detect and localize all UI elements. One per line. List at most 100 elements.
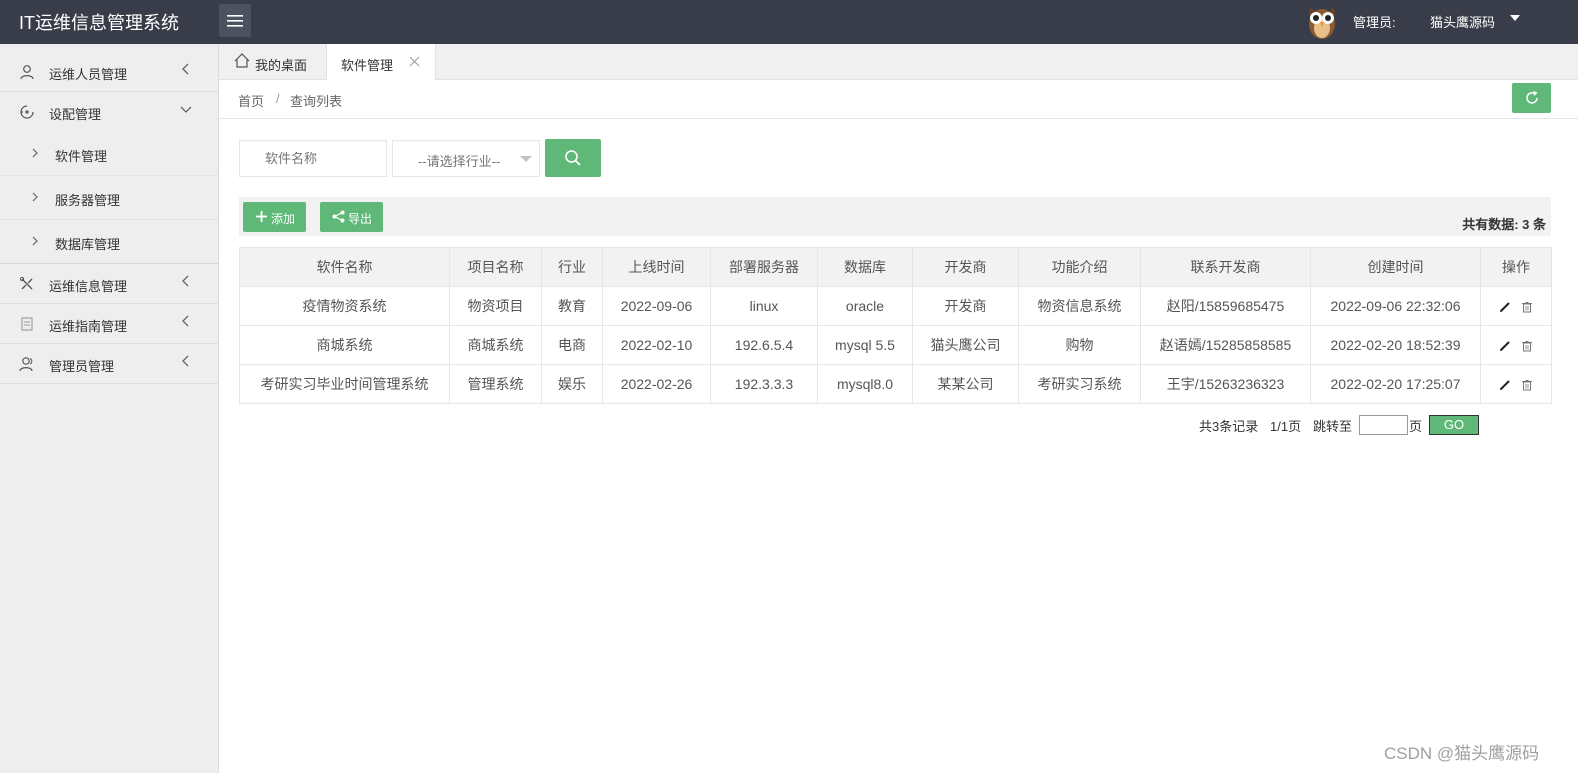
delete-icon[interactable] (1521, 340, 1533, 352)
sidebar-item-label: 运维信息管理 (49, 279, 128, 294)
owl-avatar[interactable] (1305, 2, 1339, 40)
edit-icon[interactable] (1499, 340, 1511, 352)
delete-icon[interactable] (1521, 301, 1533, 313)
sidebar-item-label: 运维人员管理 (49, 67, 128, 82)
tab-software[interactable]: 软件管理 (326, 44, 436, 81)
sidebar: 运维人员管理 设配管理 软件管理 服务器管理 数据库管理 运维信息管理 运维指南… (0, 44, 219, 773)
column-header: 软件名称 (239, 247, 450, 287)
row-actions (1480, 286, 1552, 326)
table-cell: 2022-02-20 17:25:07 (1310, 364, 1481, 404)
row-actions (1480, 364, 1552, 404)
industry-select-value: --请选择行业-- (418, 154, 501, 169)
sidebar-item-label: 数据库管理 (55, 237, 121, 252)
chevron-right-icon (32, 192, 38, 202)
industry-select[interactable]: --请选择行业-- (392, 140, 540, 177)
search-button[interactable] (545, 139, 601, 177)
table-cell: 教育 (541, 286, 603, 326)
tab-bar: 我的桌面 软件管理 (219, 44, 1578, 81)
breadcrumb-home[interactable]: 首页 (238, 91, 264, 110)
sidebar-item-admin[interactable]: 管理员管理 (0, 344, 218, 384)
watermark: CSDN @猫头鹰源码 (1384, 744, 1540, 763)
delete-icon[interactable] (1521, 379, 1533, 391)
sidebar-item-device[interactable]: 设配管理 (0, 92, 218, 132)
tab-label: 我的桌面 (255, 58, 308, 73)
column-header: 上线时间 (602, 247, 711, 287)
device-icon (20, 105, 34, 119)
sidebar-item-ops-staff[interactable]: 运维人员管理 (0, 52, 218, 92)
table-cell: 赵语嫣/15285858585 (1140, 325, 1311, 365)
add-button[interactable]: 添加 (243, 202, 306, 232)
refresh-button[interactable] (1512, 83, 1551, 113)
table-cell: oracle (817, 286, 913, 326)
document-icon (21, 317, 33, 331)
sidebar-item-label: 设配管理 (49, 107, 102, 122)
breadcrumb-separator: / (276, 91, 280, 106)
export-button[interactable]: 导出 (320, 202, 383, 232)
column-header: 创建时间 (1310, 247, 1481, 287)
sidebar-subitem-database[interactable]: 数据库管理 (0, 220, 218, 264)
edit-icon[interactable] (1499, 301, 1511, 313)
chevron-left-icon (182, 63, 189, 75)
chevron-left-icon (182, 275, 189, 287)
top-header: IT运维信息管理系统 管理员: 猫头鹰源码 (0, 0, 1578, 44)
sidebar-item-ops-info[interactable]: 运维信息管理 (0, 264, 218, 304)
column-header: 开发商 (912, 247, 1019, 287)
table-cell: mysql 5.5 (817, 325, 913, 365)
menu-toggle-button[interactable] (219, 4, 251, 37)
pager-pages: 1/1页 (1270, 419, 1302, 434)
go-button[interactable]: GO (1429, 415, 1479, 435)
share-icon (332, 210, 345, 223)
software-name-input[interactable] (239, 140, 387, 177)
chevron-down-icon (180, 106, 192, 113)
table-cell: 疫情物资系统 (239, 286, 450, 326)
column-header: 操作 (1480, 247, 1552, 287)
table-cell: mysql8.0 (817, 364, 913, 404)
close-icon[interactable] (409, 56, 420, 67)
table-cell: 物资项目 (449, 286, 542, 326)
chevron-right-icon (32, 148, 38, 158)
admin-name-dropdown[interactable]: 猫头鹰源码 (1430, 12, 1495, 31)
table-cell: 2022-09-06 (602, 286, 711, 326)
table-cell: 2022-02-26 (602, 364, 711, 404)
sidebar-subitem-server[interactable]: 服务器管理 (0, 176, 218, 220)
menu-icon (227, 14, 243, 27)
column-header: 项目名称 (449, 247, 542, 287)
table-row: 疫情物资系统 物资项目 教育 2022-09-06 linux oracle 开… (239, 286, 1552, 326)
table-cell: linux (710, 286, 818, 326)
table-cell: 192.3.3.3 (710, 364, 818, 404)
pager-page-unit: 页 (1409, 419, 1423, 434)
tab-label: 软件管理 (341, 58, 394, 73)
column-header: 部署服务器 (710, 247, 818, 287)
table-cell: 2022-09-06 22:32:06 (1310, 286, 1481, 326)
chevron-left-icon (182, 315, 189, 327)
table-cell: 管理系统 (449, 364, 542, 404)
table-cell: 购物 (1018, 325, 1141, 365)
table-cell: 2022-02-10 (602, 325, 711, 365)
chevron-right-icon (32, 236, 38, 246)
tools-icon (19, 276, 33, 290)
pager-records: 共3条记录 (1199, 419, 1259, 434)
home-icon (234, 53, 250, 68)
caret-down-icon[interactable] (1510, 15, 1520, 21)
table-cell: 商城系统 (239, 325, 450, 365)
table-cell: 考研实习系统 (1018, 364, 1141, 404)
pager-jump-label: 跳转至 (1313, 419, 1353, 434)
edit-icon[interactable] (1499, 379, 1511, 391)
admin-icon (19, 357, 33, 372)
table-cell: 赵阳/15859685475 (1140, 286, 1311, 326)
breadcrumb: 首页 / 查询列表 (219, 80, 1578, 119)
sidebar-item-ops-guide[interactable]: 运维指南管理 (0, 304, 218, 344)
sidebar-subitem-software[interactable]: 软件管理 (0, 132, 218, 176)
table-cell: 考研实习毕业时间管理系统 (239, 364, 450, 404)
column-header: 数据库 (817, 247, 913, 287)
sidebar-item-label: 管理员管理 (49, 359, 115, 374)
app-title: IT运维信息管理系统 (19, 13, 179, 33)
user-icon (20, 65, 34, 80)
table-cell: 娱乐 (541, 364, 603, 404)
tab-desktop[interactable]: 我的桌面 (219, 44, 326, 80)
page-jump-input[interactable] (1359, 415, 1408, 435)
table-cell: 开发商 (912, 286, 1019, 326)
export-button-label: 导出 (348, 212, 373, 226)
chevron-left-icon (182, 355, 189, 367)
caret-down-icon (520, 156, 532, 162)
